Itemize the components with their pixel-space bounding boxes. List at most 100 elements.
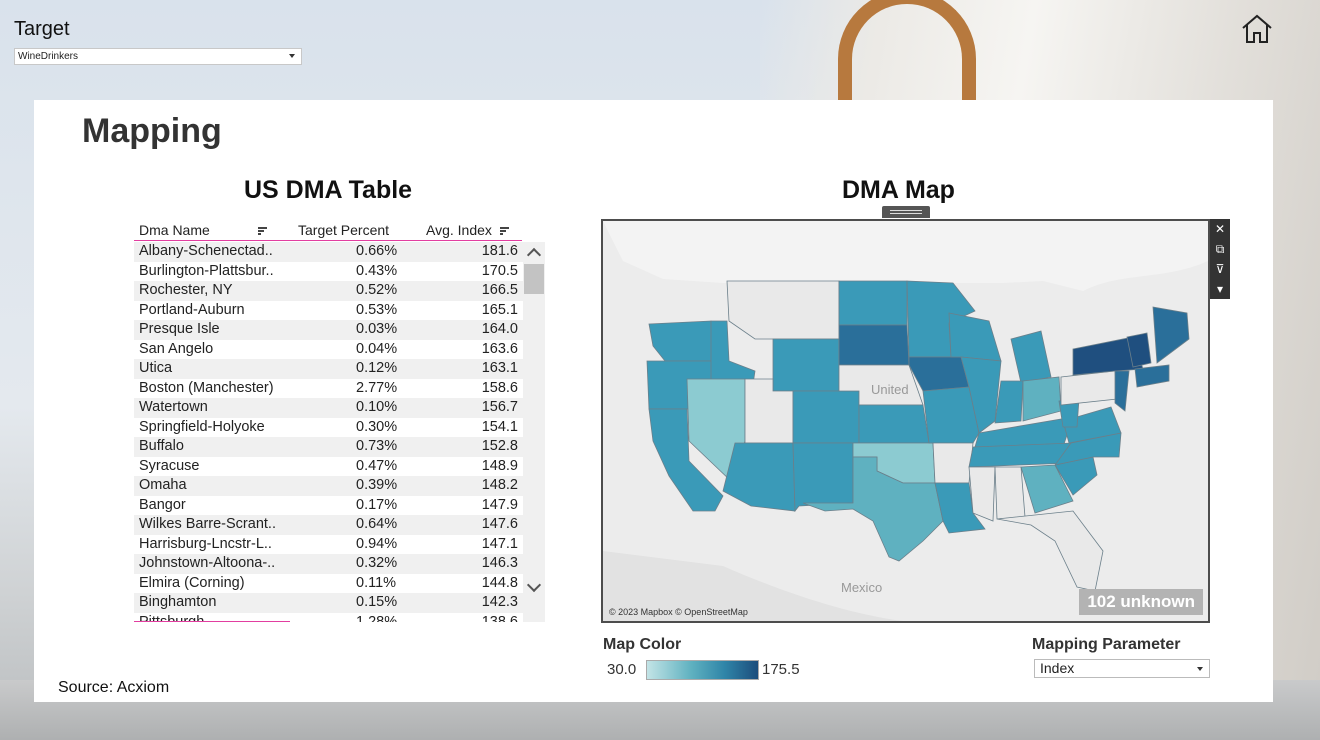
avg-index-cell: 147.1 — [481, 535, 518, 552]
source-note: Source: Acxiom — [58, 679, 170, 696]
table-scrollbar[interactable] — [523, 242, 545, 622]
filter-icon[interactable]: ⊽ — [1210, 259, 1230, 279]
dma-name-cell: Elmira (Corning) — [139, 574, 245, 591]
state-sd — [838, 324, 910, 366]
dma-name-cell: Portland-Auburn — [139, 301, 245, 318]
parameter-title: Mapping Parameter — [1032, 636, 1181, 653]
map-country-label: United — [871, 382, 909, 397]
column-header-avg-index[interactable]: Avg. Index — [426, 222, 509, 238]
table-row[interactable]: Presque Isle 0.03% 164.0 — [134, 320, 524, 340]
target-percent-cell: 0.66% — [356, 243, 398, 259]
map-credit[interactable]: © 2023 Mapbox © OpenStreetMap — [609, 607, 748, 617]
close-icon[interactable]: ✕ — [1210, 219, 1230, 239]
table-row[interactable]: Harrisburg-Lncstr-L.. 0.94% 147.1 — [134, 535, 524, 555]
table-row[interactable]: Wilkes Barre-Scrant.. 0.64% 147.6 — [134, 515, 524, 535]
target-percent-cell: 0.73% — [356, 438, 398, 454]
target-percent-cell: 0.10% — [356, 399, 398, 415]
avg-index-cell: 158.6 — [481, 379, 518, 396]
dashboard-panel: Mapping US DMA Table DMA Map Dma Name Ta… — [34, 100, 1273, 702]
target-dropdown[interactable]: WineDrinkers — [14, 48, 302, 65]
dma-name-cell: Springfield-Holyoke — [139, 418, 265, 435]
table-row[interactable]: Syracuse 0.47% 148.9 — [134, 457, 524, 477]
avg-index-cell: 144.8 — [481, 574, 518, 591]
target-percent-cell: 0.17% — [356, 496, 398, 513]
dma-table: Dma Name Target Percent Avg. Index Alban… — [134, 220, 546, 622]
column-header-target-percent[interactable]: Target Percent — [298, 222, 389, 238]
popout-icon[interactable]: ⧉ — [1210, 239, 1230, 259]
avg-index-cell: 156.7 — [481, 399, 518, 415]
table-row[interactable]: Elmira (Corning) 0.11% 144.8 — [134, 574, 524, 594]
dma-name-cell: Bangor — [139, 496, 186, 513]
target-percent-cell: 0.94% — [356, 535, 398, 552]
more-options-icon[interactable]: ▾ — [1210, 279, 1230, 299]
table-row[interactable]: Watertown 0.10% 156.7 — [134, 398, 524, 418]
table-row[interactable]: Portland-Auburn 0.53% 165.1 — [134, 301, 524, 321]
target-label: Target — [14, 18, 70, 40]
map-mexico-label: Mexico — [841, 580, 883, 595]
dma-map[interactable]: United Mexico © 2023 Mapbox © OpenStreet… — [601, 219, 1210, 623]
dma-name-cell: Rochester, NY — [139, 282, 233, 298]
unknown-count-badge[interactable]: 102 unknown — [1079, 589, 1203, 615]
avg-index-cell: 163.6 — [481, 340, 518, 357]
avg-index-cell: 181.6 — [481, 243, 518, 259]
avg-index-cell: 138.6 — [481, 613, 518, 623]
state-ar — [932, 442, 974, 484]
avg-index-cell: 142.3 — [481, 594, 518, 610]
table-row[interactable]: Utica 0.12% 163.1 — [134, 359, 524, 379]
table-row[interactable]: Albany-Schenectad.. 0.66% 181.6 — [134, 242, 524, 262]
chevron-up-icon[interactable] — [526, 247, 542, 263]
dma-name-cell: Wilkes Barre-Scrant.. — [139, 516, 276, 532]
target-percent-cell: 0.39% — [356, 477, 398, 493]
table-row[interactable]: Buffalo 0.73% 152.8 — [134, 437, 524, 457]
avg-index-cell: 166.5 — [481, 282, 518, 298]
state-nd — [838, 280, 908, 326]
state-co — [792, 390, 860, 444]
table-row[interactable]: Johnstown-Altoona-.. 0.32% 146.3 — [134, 554, 524, 574]
avg-index-cell: 154.1 — [481, 418, 518, 435]
map-drag-handle[interactable] — [882, 206, 930, 218]
home-icon[interactable] — [1240, 12, 1274, 46]
avg-index-cell: 164.0 — [481, 321, 518, 337]
table-title: US DMA Table — [244, 176, 413, 204]
target-percent-cell: 0.15% — [356, 594, 398, 610]
table-row[interactable]: Boston (Manchester) 2.77% 158.6 — [134, 379, 524, 399]
chevron-down-icon[interactable] — [526, 577, 542, 593]
dma-name-cell: Johnstown-Altoona-.. — [139, 555, 276, 571]
table-row[interactable]: Bangor 0.17% 147.9 — [134, 496, 524, 516]
target-percent-cell: 0.32% — [356, 555, 398, 571]
state-al — [994, 466, 1026, 520]
state-wy — [772, 338, 840, 392]
dma-name-cell: Albany-Schenectad.. — [139, 243, 273, 259]
dma-name-cell: Binghamton — [139, 594, 217, 610]
state-pa — [1060, 370, 1118, 406]
dma-name-cell: Utica — [139, 360, 173, 376]
table-row[interactable]: Binghamton 0.15% 142.3 — [134, 593, 524, 613]
legend-min: 30.0 — [607, 661, 637, 678]
state-ks — [858, 404, 930, 444]
mapping-parameter-dropdown[interactable]: Index — [1034, 659, 1210, 678]
target-percent-cell: 1.28% — [356, 613, 398, 623]
table-row[interactable]: Burlington-Plattsbur.. 0.43% 170.5 — [134, 262, 524, 282]
dma-name-cell: Watertown — [139, 399, 208, 415]
state-nm — [792, 442, 854, 513]
column-header-dma-name[interactable]: Dma Name — [139, 222, 267, 238]
table-row[interactable]: San Angelo 0.04% 163.6 — [134, 340, 524, 360]
footer-highlight-line — [134, 621, 290, 622]
target-percent-cell: 0.64% — [356, 516, 398, 532]
sort-icon[interactable] — [499, 227, 509, 235]
avg-index-cell: 163.1 — [481, 360, 518, 376]
map-toolbar: ✕ ⧉ ⊽ ▾ — [1210, 219, 1230, 299]
target-percent-cell: 0.52% — [356, 282, 398, 298]
dma-name-cell: San Angelo — [139, 340, 214, 357]
table-row[interactable]: Rochester, NY 0.52% 166.5 — [134, 281, 524, 301]
table-row[interactable]: Omaha 0.39% 148.2 — [134, 476, 524, 496]
dma-name-cell: Presque Isle — [139, 321, 220, 337]
scroll-thumb[interactable] — [524, 264, 544, 294]
dma-name-cell: Harrisburg-Lncstr-L.. — [139, 535, 272, 552]
avg-index-cell: 148.2 — [481, 477, 518, 493]
state-ms — [968, 466, 996, 522]
sort-icon[interactable] — [257, 227, 267, 235]
table-row[interactable]: Springfield-Holyoke 0.30% 154.1 — [134, 418, 524, 438]
legend-title: Map Color — [603, 636, 682, 653]
dma-name-cell: Burlington-Plattsbur.. — [139, 262, 274, 279]
